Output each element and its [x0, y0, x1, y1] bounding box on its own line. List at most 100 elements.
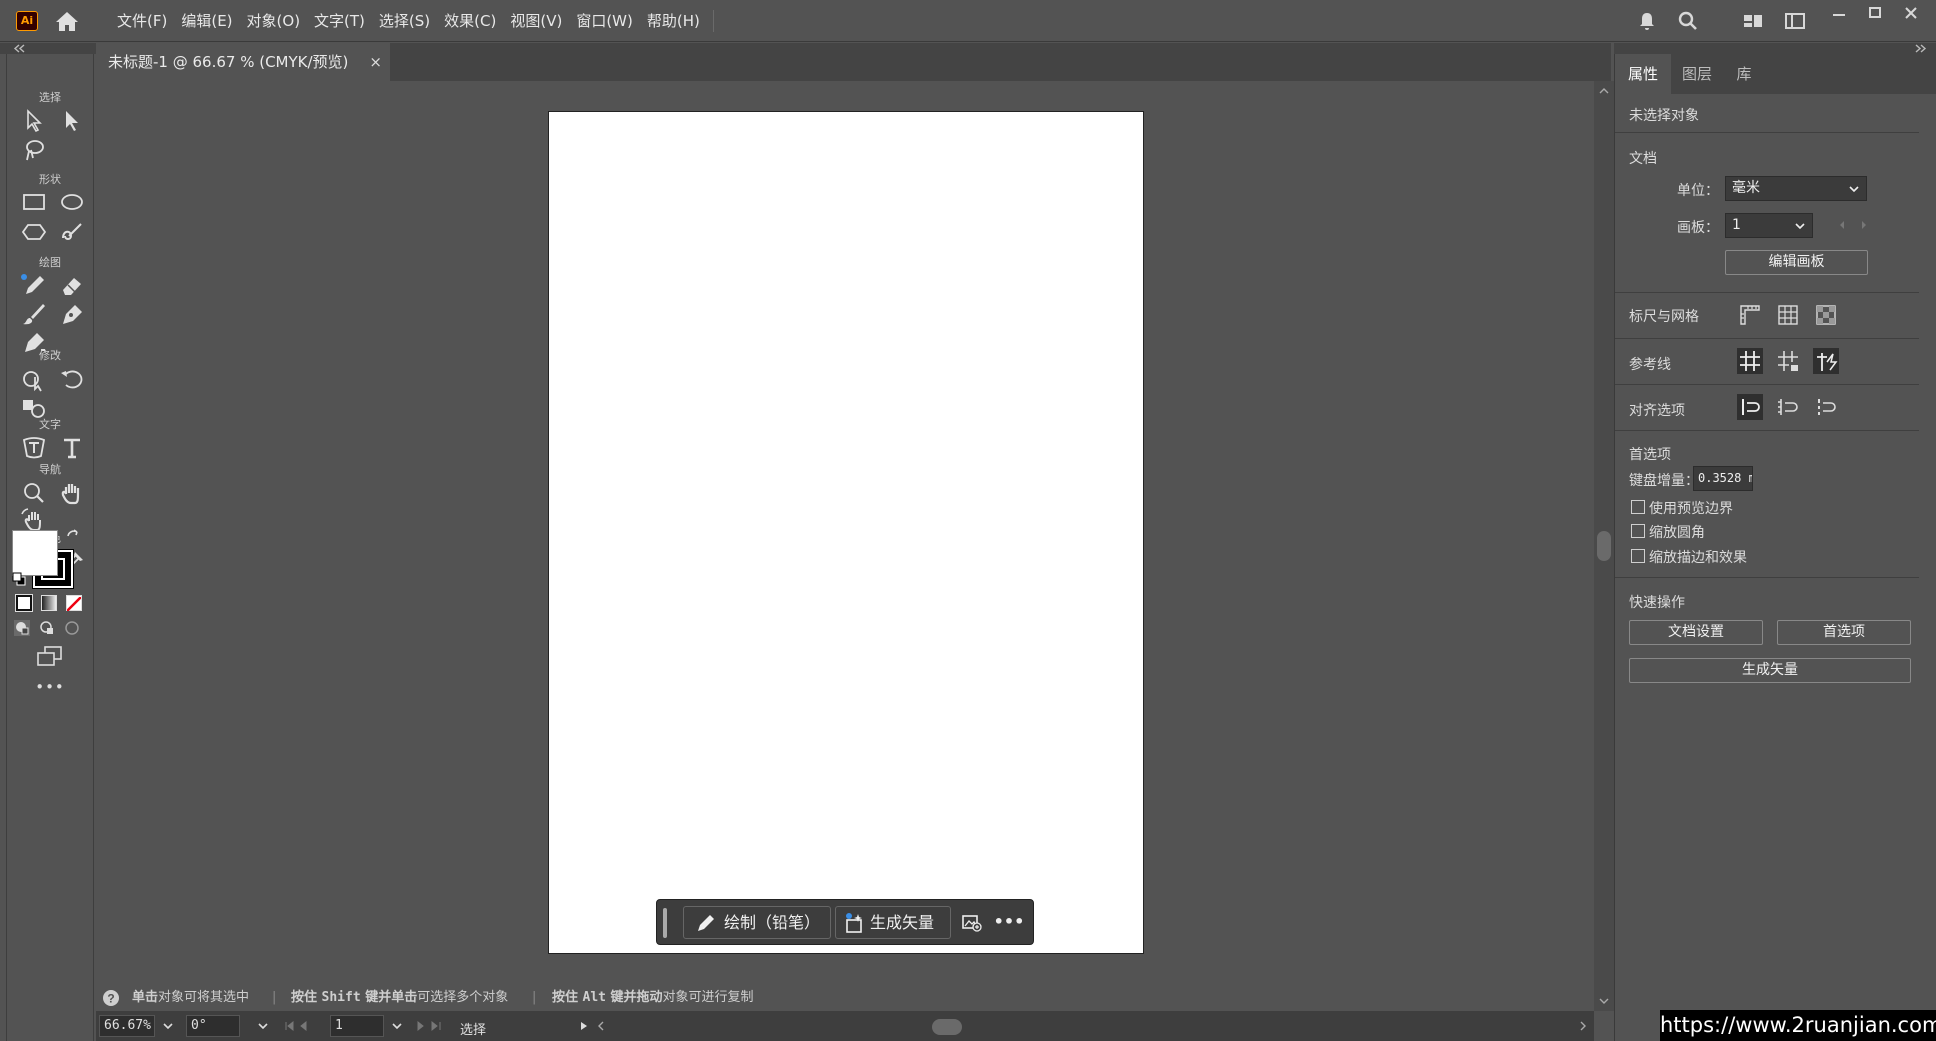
- panel-collapse-strip[interactable]: [1614, 43, 1936, 54]
- vertical-scroll-thumb[interactable]: [1597, 531, 1611, 561]
- next-artboard-icon[interactable]: [1859, 219, 1869, 231]
- shaper-tool-icon[interactable]: [57, 218, 87, 246]
- smart-guides-icon[interactable]: [1813, 348, 1839, 374]
- tab-properties[interactable]: 属性: [1615, 54, 1671, 94]
- tool-group-select-label: 选择: [39, 91, 61, 104]
- tab-layers[interactable]: 图层: [1671, 54, 1723, 94]
- draw-behind-icon[interactable]: [38, 619, 56, 637]
- menu-effect[interactable]: 效果(C): [437, 0, 503, 42]
- tab-libraries[interactable]: 库: [1723, 54, 1765, 94]
- artboard-dropdown-chevron-down-icon[interactable]: [391, 1020, 403, 1032]
- scroll-down-icon[interactable]: [1594, 995, 1614, 1007]
- color-mode-icon[interactable]: [15, 594, 33, 612]
- snap-to-point-icon[interactable]: [1737, 394, 1763, 420]
- document-tab[interactable]: 未标题-1 @ 66.67 % (CMYK/预览) ×: [96, 43, 390, 81]
- next-last-artboard-icon[interactable]: [414, 1020, 454, 1032]
- more-tools-button[interactable]: •••: [7, 678, 93, 698]
- menu-object[interactable]: 对象(O): [240, 0, 308, 42]
- scroll-up-icon[interactable]: [1594, 85, 1614, 97]
- first-prev-artboard-icon[interactable]: [284, 1020, 324, 1032]
- type-tool-icon[interactable]: [57, 434, 87, 462]
- vertical-scrollbar[interactable]: [1594, 81, 1614, 1011]
- draw-pencil-button[interactable]: 绘制（铅笔）: [683, 906, 831, 939]
- draw-normal-icon[interactable]: [13, 619, 31, 637]
- preferences-button[interactable]: 首选项: [1777, 620, 1911, 645]
- artboard[interactable]: [548, 111, 1144, 954]
- none-mode-icon[interactable]: [66, 595, 82, 612]
- polygon-tool-icon[interactable]: [19, 218, 49, 246]
- pencil-tool-icon[interactable]: [19, 272, 49, 300]
- more-options-button[interactable]: •••: [993, 910, 1025, 934]
- generate-vector-button[interactable]: 生成矢量: [835, 906, 951, 939]
- bell-icon[interactable]: [1636, 10, 1658, 32]
- selection-tool-icon[interactable]: [19, 106, 49, 134]
- drag-handle[interactable]: [663, 908, 667, 938]
- rotation-dropdown-chevron-down-icon[interactable]: [257, 1020, 269, 1032]
- scroll-right-icon[interactable]: [1578, 1020, 1588, 1032]
- default-fill-stroke-icon[interactable]: [12, 571, 26, 586]
- close-window-icon[interactable]: [1900, 2, 1922, 24]
- rectangle-tool-icon[interactable]: [19, 188, 49, 216]
- preview-bounds-checkbox[interactable]: [1631, 500, 1645, 514]
- artboard-select[interactable]: 1: [1725, 213, 1813, 238]
- rotation-field[interactable]: 0°: [186, 1015, 240, 1037]
- hand-tool-icon[interactable]: [57, 479, 87, 507]
- snap-to-pixel-icon[interactable]: [1775, 394, 1801, 420]
- menu-file[interactable]: 文件(F): [110, 0, 174, 42]
- maximize-icon[interactable]: [1864, 2, 1886, 24]
- pen-tool-icon[interactable]: [57, 300, 87, 328]
- chevron-down-icon: [1795, 223, 1805, 230]
- previous-artboard-icon[interactable]: [1837, 219, 1847, 231]
- close-tab-icon[interactable]: ×: [369, 43, 382, 81]
- menu-type[interactable]: 文字(T): [307, 0, 372, 42]
- draw-inside-icon[interactable]: [63, 619, 81, 637]
- status-menu-arrow-icon[interactable]: [578, 1020, 590, 1032]
- zoom-field[interactable]: 66.67%: [99, 1015, 155, 1037]
- menu-select[interactable]: 选择(S): [372, 0, 437, 42]
- swap-fill-stroke-icon[interactable]: [65, 528, 81, 544]
- image-add-icon[interactable]: [961, 913, 983, 933]
- gradient-mode-icon[interactable]: [41, 595, 57, 611]
- shape-builder-tool-icon[interactable]: [19, 365, 49, 393]
- transparency-grid-icon[interactable]: [1813, 302, 1839, 328]
- horizontal-scroll-thumb[interactable]: [932, 1019, 962, 1035]
- home-icon[interactable]: [54, 9, 80, 33]
- toolbar-collapse-strip[interactable]: [0, 43, 96, 54]
- edit-artboards-button[interactable]: 编辑画板: [1725, 250, 1868, 275]
- workspace-switcher-icon[interactable]: [1742, 10, 1764, 32]
- menu-window[interactable]: 窗口(W): [569, 0, 640, 42]
- tool-group-draw-label: 绘图: [39, 256, 61, 269]
- menu-view[interactable]: 视图(V): [503, 0, 569, 42]
- eraser-tool-icon[interactable]: [57, 272, 87, 300]
- generate-vector-panel-button[interactable]: 生成矢量: [1629, 658, 1911, 683]
- rotate-tool-icon[interactable]: [57, 365, 87, 393]
- paintbrush-tool-icon[interactable]: [19, 300, 49, 328]
- artboard-number-field[interactable]: 1: [330, 1015, 384, 1037]
- ellipse-tool-icon[interactable]: [57, 188, 87, 216]
- zoom-dropdown-chevron-down-icon[interactable]: [162, 1020, 174, 1032]
- search-icon[interactable]: [1677, 10, 1699, 32]
- minimize-icon[interactable]: [1828, 4, 1850, 26]
- zoom-tool-icon[interactable]: [19, 479, 49, 507]
- units-select[interactable]: 毫米: [1725, 176, 1867, 201]
- type-on-path-tool-icon[interactable]: [19, 434, 49, 462]
- menu-edit[interactable]: 编辑(E): [174, 0, 239, 42]
- scale-corners-checkbox[interactable]: [1631, 524, 1645, 538]
- ruler-icon[interactable]: [1737, 302, 1763, 328]
- help-icon[interactable]: ?: [102, 989, 120, 1007]
- arrange-documents-icon[interactable]: [1784, 10, 1806, 32]
- lock-guides-icon[interactable]: [1775, 348, 1801, 374]
- grid-icon[interactable]: [1775, 302, 1801, 328]
- keyboard-increment-input[interactable]: 0.3528 m: [1693, 466, 1753, 491]
- document-tab-title: 未标题-1 @ 66.67 % (CMYK/预览): [108, 53, 349, 71]
- screen-mode-icon[interactable]: [35, 645, 65, 667]
- lasso-tool-icon[interactable]: [19, 136, 49, 164]
- scale-strokes-checkbox[interactable]: [1631, 549, 1645, 563]
- fill-swatch-front[interactable]: [12, 530, 58, 576]
- scroll-left-icon[interactable]: [596, 1020, 606, 1032]
- show-guides-icon[interactable]: [1737, 348, 1763, 374]
- direct-selection-tool-icon[interactable]: [57, 106, 87, 134]
- snap-to-glyph-icon[interactable]: [1813, 394, 1839, 420]
- menu-help[interactable]: 帮助(H): [640, 0, 707, 42]
- document-setup-button[interactable]: 文档设置: [1629, 620, 1763, 645]
